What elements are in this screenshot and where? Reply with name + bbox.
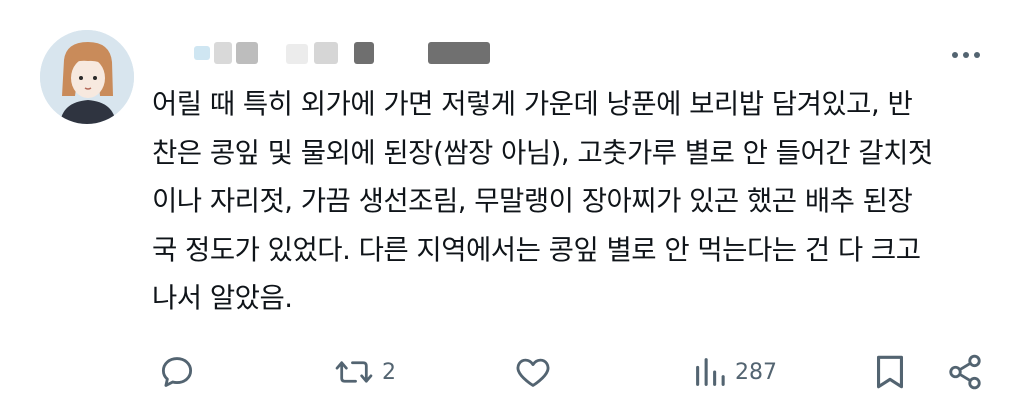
share-button[interactable] bbox=[946, 346, 984, 398]
bookmark-icon bbox=[876, 355, 904, 389]
tweet-text-line: 찬은 콩잎 및 물외에 된장(쌈장 아님), 고춧가루 별로 안 들어간 갈치젓 bbox=[152, 136, 933, 169]
heart-icon bbox=[516, 358, 550, 387]
reply-button[interactable] bbox=[158, 346, 196, 398]
tweet-text-line: 나서 알았음. bbox=[152, 282, 293, 314]
more-dot-icon bbox=[952, 52, 958, 58]
retweet-icon bbox=[335, 361, 373, 383]
reply-icon bbox=[161, 357, 193, 387]
views-count: 287 bbox=[735, 359, 777, 385]
avatar-image bbox=[40, 30, 134, 124]
tweet-header-redacted bbox=[166, 38, 496, 68]
tweet-text: 어릴 때 특히 외가에 가면 저렇게 가운데 낭푼에 보리밥 담겨있고, 반 찬… bbox=[152, 80, 1002, 323]
more-dot-icon bbox=[963, 52, 969, 58]
tweet-text-line: 어릴 때 특히 외가에 가면 저렇게 가운데 낭푼에 보리밥 담겨있고, 반 bbox=[152, 88, 913, 120]
more-options-button[interactable] bbox=[946, 42, 986, 68]
like-button[interactable] bbox=[514, 346, 552, 398]
views-button[interactable]: 287 bbox=[693, 346, 777, 398]
retweet-count: 2 bbox=[382, 359, 396, 385]
more-dot-icon bbox=[974, 52, 980, 58]
tweet-action-bar: 2 287 bbox=[0, 346, 1024, 398]
avatar[interactable] bbox=[40, 30, 134, 124]
tweet-text-line: 이나 자리젓, 가끔 생선조림, 무말랭이 장아찌가 있곤 했곤 배추 된장 bbox=[152, 185, 913, 217]
bookmark-button[interactable] bbox=[872, 346, 908, 398]
retweet-button[interactable]: 2 bbox=[334, 346, 396, 398]
tweet-text-line: 국 정도가 있었다. 다른 지역에서는 콩잎 별로 안 먹는다는 건 다 크고 bbox=[152, 233, 921, 266]
share-icon bbox=[949, 354, 981, 390]
views-icon bbox=[696, 358, 725, 386]
